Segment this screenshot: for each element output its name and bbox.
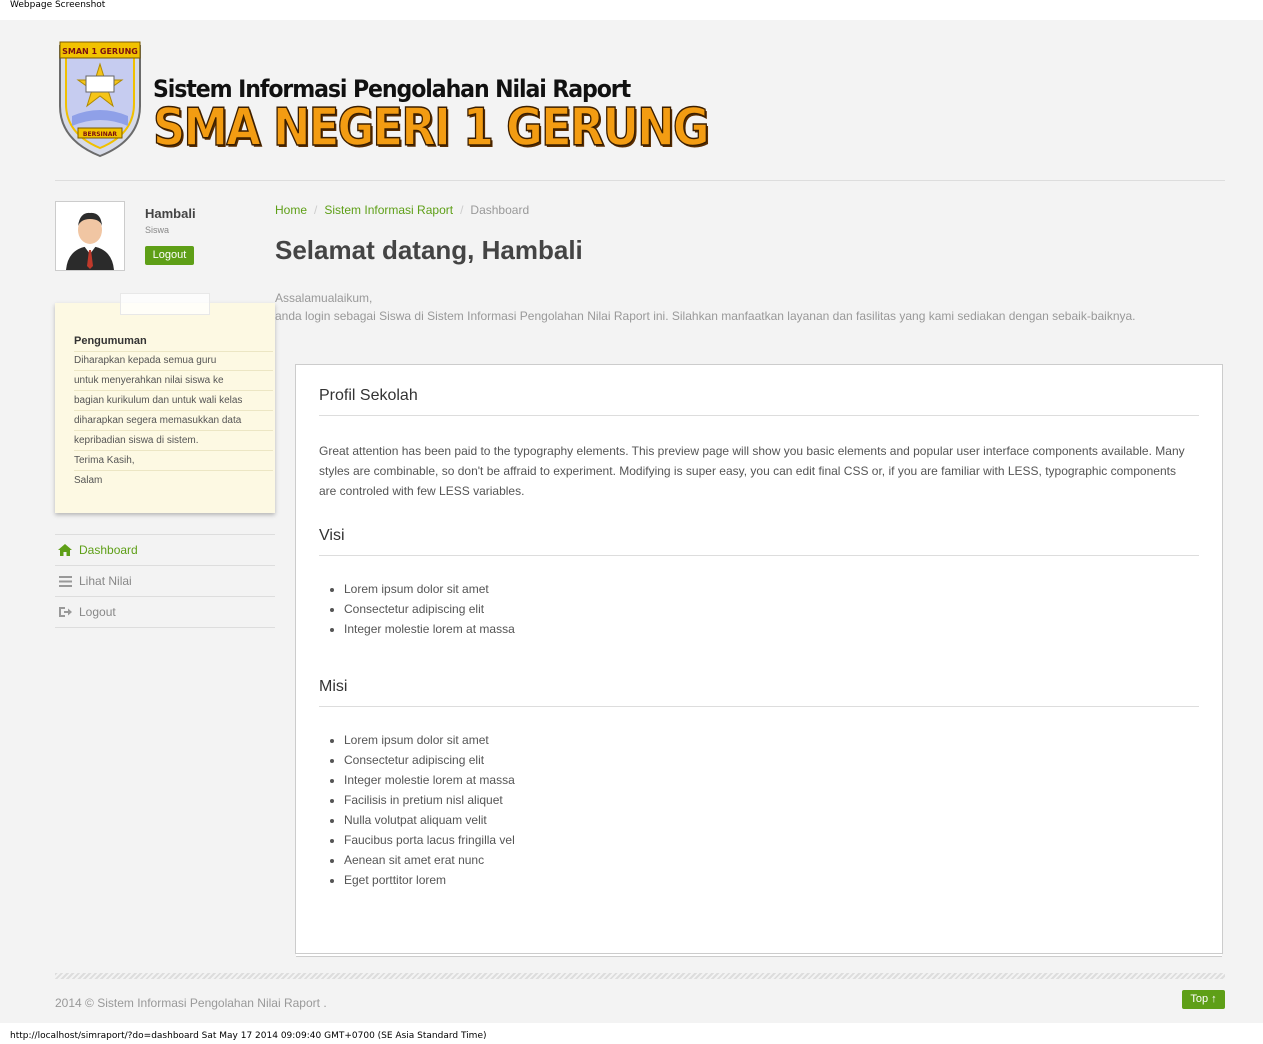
list-item: Aenean sit amet erat nunc: [344, 850, 515, 870]
misi-list: Lorem ipsum dolor sit amet Consectetur a…: [344, 730, 515, 890]
visi-list: Lorem ipsum dolor sit amet Consectetur a…: [344, 579, 515, 639]
avatar: [55, 201, 125, 271]
list-item: Consectetur adipiscing elit: [344, 599, 515, 619]
side-nav-label: Logout: [79, 605, 116, 619]
side-nav-item-logout[interactable]: Logout: [55, 597, 275, 628]
page: BERSINAR SMAN 1 GERUNG Sistem Informasi …: [0, 20, 1263, 1023]
announcement-line: Diharapkan kepada semua guru: [74, 351, 273, 371]
side-nav-item-lihat-nilai[interactable]: Lihat Nilai: [55, 566, 275, 597]
school-name-heading: SMA NEGERI 1 GERUNG: [152, 97, 710, 159]
list-item: Lorem ipsum dolor sit amet: [344, 730, 515, 750]
side-nav-item-dashboard[interactable]: Dashboard: [55, 535, 275, 566]
user-name: Hambali: [145, 206, 196, 221]
breadcrumb: Home / Sistem Informasi Raport / Dashboard: [275, 203, 529, 217]
list-item: Integer molestie lorem at massa: [344, 770, 515, 790]
footer-copyright: 2014 © Sistem Informasi Pengolahan Nilai…: [55, 996, 327, 1010]
user-avatar-icon: [56, 202, 124, 270]
breadcrumb-separator: /: [314, 203, 318, 217]
side-nav: Dashboard Lihat Nilai Logout: [55, 534, 275, 628]
announcement-line: diharapkan segera memasukkan data: [74, 411, 273, 431]
user-role: Siswa: [145, 225, 170, 235]
side-nav-label: Dashboard: [79, 543, 138, 557]
announcement-body: Diharapkan kepada semua guru untuk menye…: [74, 351, 273, 491]
announcement-line: Salam: [74, 475, 103, 486]
list-item: Integer molestie lorem at massa: [344, 619, 515, 639]
list-icon: [57, 574, 73, 588]
list-item: Facilisis in pretium nisl aliquet: [344, 790, 515, 810]
header-divider: [55, 180, 1225, 181]
school-profile-panel: Profil Sekolah Great attention has been …: [295, 364, 1223, 954]
misi-heading: Misi: [319, 678, 1199, 707]
announcement-line: Terima Kasih,: [74, 451, 273, 471]
logout-button[interactable]: Logout: [145, 246, 194, 265]
intro-text: Assalamualaikum, anda login sebagai Sisw…: [275, 289, 1136, 325]
list-item: Faucibus porta lacus fringilla vel: [344, 830, 515, 850]
intro-greeting: Assalamualaikum,: [275, 291, 373, 305]
back-to-top-button[interactable]: Top ↑: [1182, 990, 1225, 1009]
list-item: Lorem ipsum dolor sit amet: [344, 579, 515, 599]
crest-top-text: SMAN 1 GERUNG: [62, 47, 138, 56]
profile-description: Great attention has been paid to the typ…: [319, 444, 1185, 498]
announcement-note: Pengumuman Diharapkan kepada semua guru …: [55, 293, 275, 513]
list-item: Eget porttitor lorem: [344, 870, 515, 890]
intro-message: anda login sebagai Siswa di Sistem Infor…: [275, 309, 1136, 323]
breadcrumb-home-link[interactable]: Home: [275, 203, 307, 217]
note-tape: [120, 293, 210, 315]
list-item: Nulla volutpat aliquam velit: [344, 810, 515, 830]
breadcrumb-separator: /: [460, 203, 464, 217]
announcement-line: bagian kurikulum dan untuk wali kelas: [74, 391, 273, 411]
list-item: Consectetur adipiscing elit: [344, 750, 515, 770]
footer-divider: [55, 973, 1225, 979]
announcement-title: Pengumuman: [74, 331, 273, 352]
breadcrumb-sistem-link[interactable]: Sistem Informasi Raport: [324, 203, 453, 217]
crest-ribbon-text: BERSINAR: [83, 131, 118, 138]
breadcrumb-current: Dashboard: [470, 203, 530, 217]
screenshot-caption-top: Webpage Screenshot: [10, 0, 106, 10]
announcement-line: untuk menyerahkan nilai siswa ke: [74, 371, 273, 391]
page-title: Selamat datang, Hambali: [275, 235, 583, 265]
profile-heading: Profil Sekolah: [319, 387, 1199, 416]
side-nav-label: Lihat Nilai: [79, 574, 132, 588]
visi-heading: Visi: [319, 527, 1199, 556]
announcement-line: kepribadian siswa di sistem.: [74, 431, 273, 451]
screenshot-caption-bottom: http://localhost/simraport/?do=dashboard…: [10, 1031, 487, 1041]
sign-out-icon: [57, 605, 73, 619]
school-crest-logo[interactable]: BERSINAR SMAN 1 GERUNG: [56, 40, 144, 158]
home-icon: [57, 543, 73, 557]
